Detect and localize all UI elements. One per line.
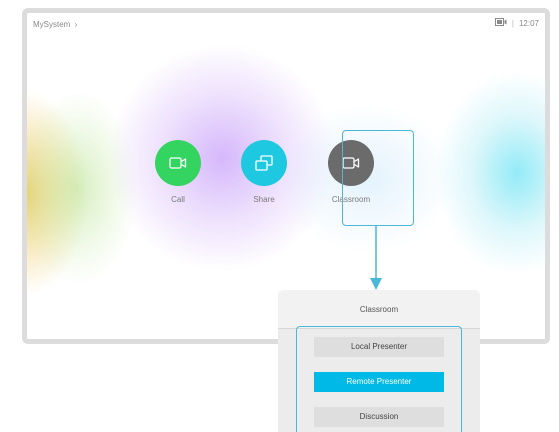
call-button[interactable]: Call bbox=[145, 140, 211, 204]
background-glow-cyan bbox=[437, 73, 545, 273]
background-glow-purple bbox=[107, 43, 337, 273]
system-name-label: MySystem bbox=[33, 20, 71, 29]
background-glow-yellow bbox=[27, 93, 87, 293]
classroom-panel-title: Classroom bbox=[278, 290, 480, 329]
chevron-right-icon: › bbox=[74, 20, 78, 29]
share-screens-icon bbox=[255, 155, 273, 171]
video-camera-icon bbox=[169, 157, 187, 169]
share-circle[interactable] bbox=[241, 140, 287, 186]
classroom-highlight bbox=[342, 130, 414, 226]
system-name-button[interactable]: MySystem › bbox=[33, 20, 77, 29]
clock: 12:07 bbox=[518, 18, 539, 28]
background-glow-green bbox=[27, 93, 137, 283]
top-bar: MySystem › | 12:07 bbox=[27, 13, 545, 35]
call-circle[interactable] bbox=[155, 140, 201, 186]
share-label: Share bbox=[253, 195, 275, 204]
down-arrow-icon bbox=[370, 226, 382, 290]
screen-share-status-icon[interactable] bbox=[494, 18, 507, 28]
status-separator: | bbox=[511, 18, 514, 28]
options-highlight bbox=[296, 326, 462, 432]
call-label: Call bbox=[171, 195, 185, 204]
stage: MySystem › | 12:07 Call Share Classroom … bbox=[0, 0, 559, 432]
share-button[interactable]: Share bbox=[231, 140, 297, 204]
status-area: | 12:07 bbox=[494, 18, 539, 28]
